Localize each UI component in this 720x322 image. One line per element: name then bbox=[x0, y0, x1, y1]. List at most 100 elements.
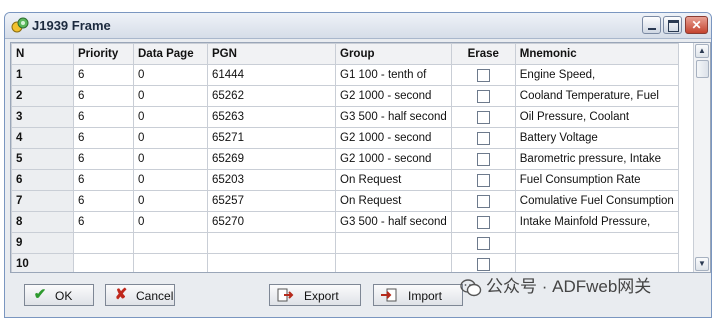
cell-erase[interactable] bbox=[450, 190, 516, 212]
cell-priority[interactable]: 6 bbox=[73, 64, 134, 86]
cell-erase[interactable] bbox=[450, 148, 516, 170]
table-row[interactable]: 7 6 0 65257 On Request Comulative Fuel Consum… bbox=[11, 190, 679, 212]
column-header-group[interactable]: Group bbox=[335, 43, 452, 65]
erase-checkbox[interactable] bbox=[476, 89, 490, 103]
cell-mnemonic[interactable]: Engine Speed, bbox=[514, 64, 679, 86]
erase-checkbox[interactable] bbox=[476, 257, 490, 271]
cell-priority[interactable]: 6 bbox=[73, 127, 134, 149]
cell-mnemonic[interactable]: Cooland Temperature, Fuel bbox=[514, 85, 679, 107]
cell-data-page[interactable]: 0 bbox=[133, 85, 208, 107]
erase-checkbox[interactable] bbox=[476, 110, 490, 124]
cell-mnemonic[interactable] bbox=[514, 253, 679, 272]
erase-checkbox[interactable] bbox=[476, 194, 490, 208]
cell-erase[interactable] bbox=[450, 253, 516, 272]
cell-pgn[interactable]: 65269 bbox=[207, 148, 336, 170]
column-header-priority[interactable]: Priority bbox=[73, 43, 134, 65]
cell-pgn[interactable]: 61444 bbox=[207, 64, 336, 86]
cell-priority[interactable]: 6 bbox=[73, 85, 134, 107]
cell-group[interactable]: G3 500 - half second bbox=[335, 106, 452, 128]
table-row[interactable]: 4 6 0 65271 G2 1000 - second Battery Voltage bbox=[11, 127, 679, 149]
cell-group[interactable]: G1 100 - tenth of bbox=[335, 64, 452, 86]
cell-priority[interactable]: 6 bbox=[73, 106, 134, 128]
cell-data-page[interactable]: 0 bbox=[133, 169, 208, 191]
cell-n[interactable]: 5 bbox=[11, 148, 74, 170]
cell-mnemonic[interactable]: Intake Mainfold Pressure, bbox=[514, 211, 679, 233]
cell-mnemonic[interactable] bbox=[514, 232, 679, 254]
table-row[interactable]: 2 6 0 65262 G2 1000 - second Cooland Temperat… bbox=[11, 85, 679, 107]
cell-n[interactable]: 1 bbox=[11, 64, 74, 86]
import-button[interactable]: Import bbox=[373, 284, 463, 306]
title-bar[interactable]: J1939 Frame ✕ bbox=[5, 13, 711, 39]
cell-erase[interactable] bbox=[450, 211, 516, 233]
cell-pgn[interactable]: 65271 bbox=[207, 127, 336, 149]
cell-data-page[interactable]: 0 bbox=[133, 106, 208, 128]
column-header-pgn[interactable]: PGN bbox=[207, 43, 336, 65]
cell-priority[interactable]: 6 bbox=[73, 169, 134, 191]
cell-priority[interactable] bbox=[73, 253, 134, 272]
maximize-button[interactable] bbox=[663, 16, 682, 34]
ok-button[interactable]: ✔ OK bbox=[24, 284, 94, 306]
cell-n[interactable]: 4 bbox=[11, 127, 74, 149]
table-row[interactable]: 5 6 0 65269 G2 1000 - second Barometric press… bbox=[11, 148, 679, 170]
cell-mnemonic[interactable]: Battery Voltage bbox=[514, 127, 679, 149]
cancel-button[interactable]: ✘ Cancel bbox=[105, 284, 175, 306]
cell-priority[interactable]: 6 bbox=[73, 148, 134, 170]
table-row[interactable]: 3 6 0 65263 G3 500 - half second Oil Pressure… bbox=[11, 106, 679, 128]
cell-pgn[interactable] bbox=[207, 253, 336, 272]
minimize-button[interactable] bbox=[642, 16, 661, 34]
cell-group[interactable]: On Request bbox=[335, 169, 452, 191]
cell-group[interactable] bbox=[335, 232, 452, 254]
erase-checkbox[interactable] bbox=[476, 215, 490, 229]
cell-mnemonic[interactable]: Fuel Consumption Rate bbox=[514, 169, 679, 191]
close-button[interactable]: ✕ bbox=[685, 16, 708, 34]
cell-data-page[interactable]: 0 bbox=[133, 190, 208, 212]
cell-mnemonic[interactable]: Comulative Fuel Consumption bbox=[514, 190, 679, 212]
cell-group[interactable]: G2 1000 - second bbox=[335, 148, 452, 170]
erase-checkbox[interactable] bbox=[476, 236, 490, 250]
cell-pgn[interactable]: 65270 bbox=[207, 211, 336, 233]
cell-group[interactable]: G2 1000 - second bbox=[335, 127, 452, 149]
erase-checkbox[interactable] bbox=[476, 131, 490, 145]
cell-mnemonic[interactable]: Oil Pressure, Coolant bbox=[514, 106, 679, 128]
export-button[interactable]: Export bbox=[269, 284, 361, 306]
cell-n[interactable]: 3 bbox=[11, 106, 74, 128]
cell-group[interactable]: G3 500 - half second bbox=[335, 211, 452, 233]
cell-pgn[interactable]: 65262 bbox=[207, 85, 336, 107]
cell-priority[interactable]: 6 bbox=[73, 190, 134, 212]
table-row[interactable]: 8 6 0 65270 G3 500 - half second Intake Mainf… bbox=[11, 211, 679, 233]
table-row[interactable]: 6 6 0 65203 On Request Fuel Consumption Rate bbox=[11, 169, 679, 191]
cell-n[interactable]: 8 bbox=[11, 211, 74, 233]
cell-pgn[interactable]: 65203 bbox=[207, 169, 336, 191]
cell-group[interactable] bbox=[335, 253, 452, 272]
cell-n[interactable]: 6 bbox=[11, 169, 74, 191]
cell-pgn[interactable]: 65263 bbox=[207, 106, 336, 128]
table-row[interactable]: 10 bbox=[11, 253, 679, 272]
cell-erase[interactable] bbox=[450, 64, 516, 86]
cell-n[interactable]: 2 bbox=[11, 85, 74, 107]
cell-n[interactable]: 9 bbox=[11, 232, 74, 254]
cell-mnemonic[interactable]: Barometric pressure, Intake bbox=[514, 148, 679, 170]
cell-n[interactable]: 7 bbox=[11, 190, 74, 212]
scroll-thumb[interactable] bbox=[696, 60, 709, 78]
table-row[interactable]: 1 6 0 61444 G1 100 - tenth of Engine Speed, bbox=[11, 64, 679, 86]
cell-priority[interactable]: 6 bbox=[73, 211, 134, 233]
cell-data-page[interactable]: 0 bbox=[133, 148, 208, 170]
cell-erase[interactable] bbox=[450, 85, 516, 107]
column-header-erase[interactable]: Erase bbox=[450, 43, 516, 65]
erase-checkbox[interactable] bbox=[476, 173, 490, 187]
cell-group[interactable]: G2 1000 - second bbox=[335, 85, 452, 107]
scroll-up-button[interactable]: ▲ bbox=[695, 44, 709, 58]
vertical-scrollbar[interactable]: ▲ ▼ bbox=[693, 43, 710, 272]
cell-pgn[interactable] bbox=[207, 232, 336, 254]
erase-checkbox[interactable] bbox=[476, 152, 490, 166]
cell-data-page[interactable]: 0 bbox=[133, 127, 208, 149]
cell-erase[interactable] bbox=[450, 127, 516, 149]
cell-data-page[interactable]: 0 bbox=[133, 211, 208, 233]
scroll-down-button[interactable]: ▼ bbox=[695, 257, 709, 271]
cell-priority[interactable] bbox=[73, 232, 134, 254]
erase-checkbox[interactable] bbox=[476, 68, 490, 82]
cell-erase[interactable] bbox=[450, 232, 516, 254]
cell-n[interactable]: 10 bbox=[11, 253, 74, 272]
cell-erase[interactable] bbox=[450, 169, 516, 191]
cell-data-page[interactable] bbox=[133, 232, 208, 254]
